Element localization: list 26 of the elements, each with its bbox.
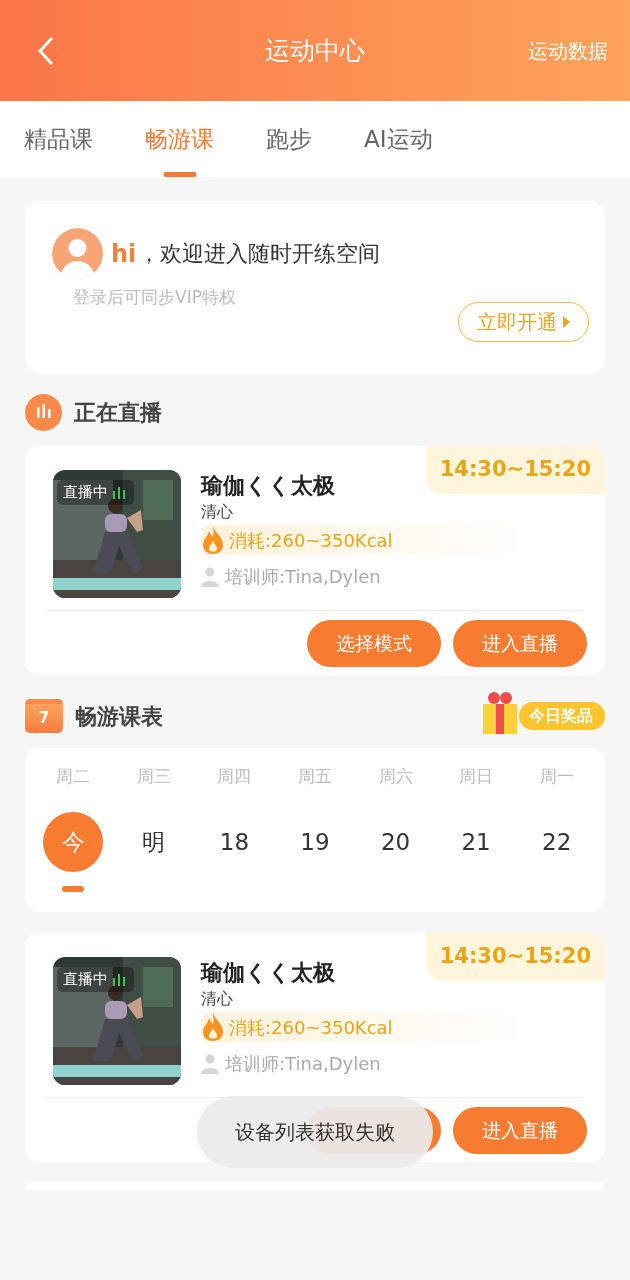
weekday-label: 周一	[539, 765, 574, 788]
section-title: 畅游课表	[75, 702, 163, 731]
live-label: 直播中	[63, 482, 108, 503]
weekday-label: 周日	[459, 765, 494, 788]
vip-note: 登录后可同步VIP特权	[73, 286, 237, 309]
calendar-icon: 7	[25, 699, 63, 733]
weekday-label: 周五	[298, 765, 332, 788]
weekday-label: 周二	[56, 765, 91, 788]
calorie-text: 消耗:260~350Kcal	[229, 1015, 393, 1040]
time-tag: 14:30~15:20	[425, 446, 605, 494]
time-tag: 14:30~15:20	[425, 933, 605, 981]
trainer-text: 培训师:Tina,Dylen	[225, 1052, 381, 1076]
greeting-text: hi	[111, 238, 137, 270]
calorie-text: 消耗:260~350Kcal	[229, 528, 393, 553]
section-title: 正在直播	[74, 398, 162, 427]
trainer-text: 培训师:Tina,Dylen	[225, 565, 381, 589]
weekday-label: 周四	[217, 765, 252, 788]
welcome-text: ，欢迎进入随时开练空间	[138, 240, 381, 268]
error-toast: 设备列表获取失败	[197, 1096, 433, 1168]
live-label: 直播中	[63, 969, 108, 990]
course-subtitle: 清心	[201, 501, 234, 523]
course-subtitle: 清心	[201, 988, 234, 1010]
weekday-label: 周六	[378, 765, 413, 788]
course-title: 瑜伽くく太极	[201, 472, 336, 500]
page-title: 运动中心	[265, 34, 365, 67]
course-title: 瑜伽くく太极	[201, 959, 336, 987]
